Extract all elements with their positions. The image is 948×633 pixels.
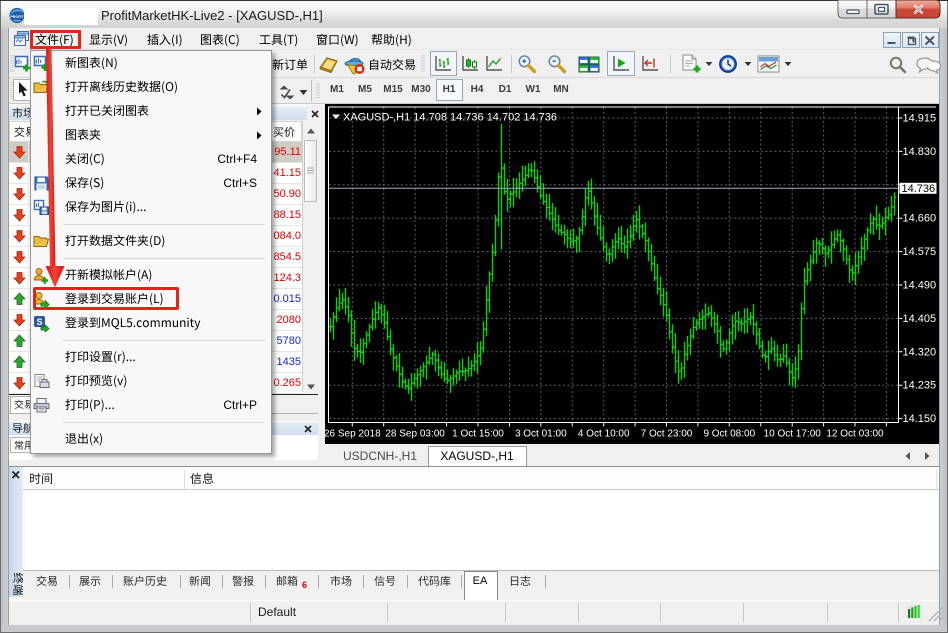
svg-text:14.660: 14.660 bbox=[903, 213, 937, 225]
svg-text:14.235: 14.235 bbox=[903, 380, 937, 392]
svg-text:26 Sep 2018: 26 Sep 2018 bbox=[325, 429, 381, 440]
svg-text:14.830: 14.830 bbox=[903, 146, 937, 158]
svg-text:14.490: 14.490 bbox=[903, 280, 937, 292]
svg-text:7 Oct 23:00: 7 Oct 23:00 bbox=[641, 429, 693, 440]
svg-text:9 Oct 08:00: 9 Oct 08:00 bbox=[703, 429, 755, 440]
svg-text:10 Oct 17:00: 10 Oct 17:00 bbox=[764, 429, 822, 440]
svg-text:14.736: 14.736 bbox=[902, 183, 936, 195]
svg-text:28 Sep 03:00: 28 Sep 03:00 bbox=[385, 429, 445, 440]
svg-text:14.405: 14.405 bbox=[903, 313, 937, 325]
svg-text:14.150: 14.150 bbox=[903, 413, 937, 425]
svg-text:14.575: 14.575 bbox=[903, 246, 937, 258]
svg-text:12 Oct 03:00: 12 Oct 03:00 bbox=[826, 429, 884, 440]
svg-text:XAGUSD-,H1 14.708 14.736 14.7: XAGUSD-,H1 14.708 14.736 14.702 14.736 bbox=[343, 112, 557, 124]
svg-text:PROFIT: PROFIT bbox=[10, 15, 24, 19]
svg-text:1 Oct 15:00: 1 Oct 15:00 bbox=[452, 429, 504, 440]
svg-text:14.320: 14.320 bbox=[903, 346, 937, 358]
svg-text:4 Oct 10:00: 4 Oct 10:00 bbox=[578, 429, 630, 440]
svg-text:14.915: 14.915 bbox=[903, 113, 937, 125]
svg-text:3 Oct 01:00: 3 Oct 01:00 bbox=[515, 429, 567, 440]
svg-text:S: S bbox=[36, 317, 42, 327]
